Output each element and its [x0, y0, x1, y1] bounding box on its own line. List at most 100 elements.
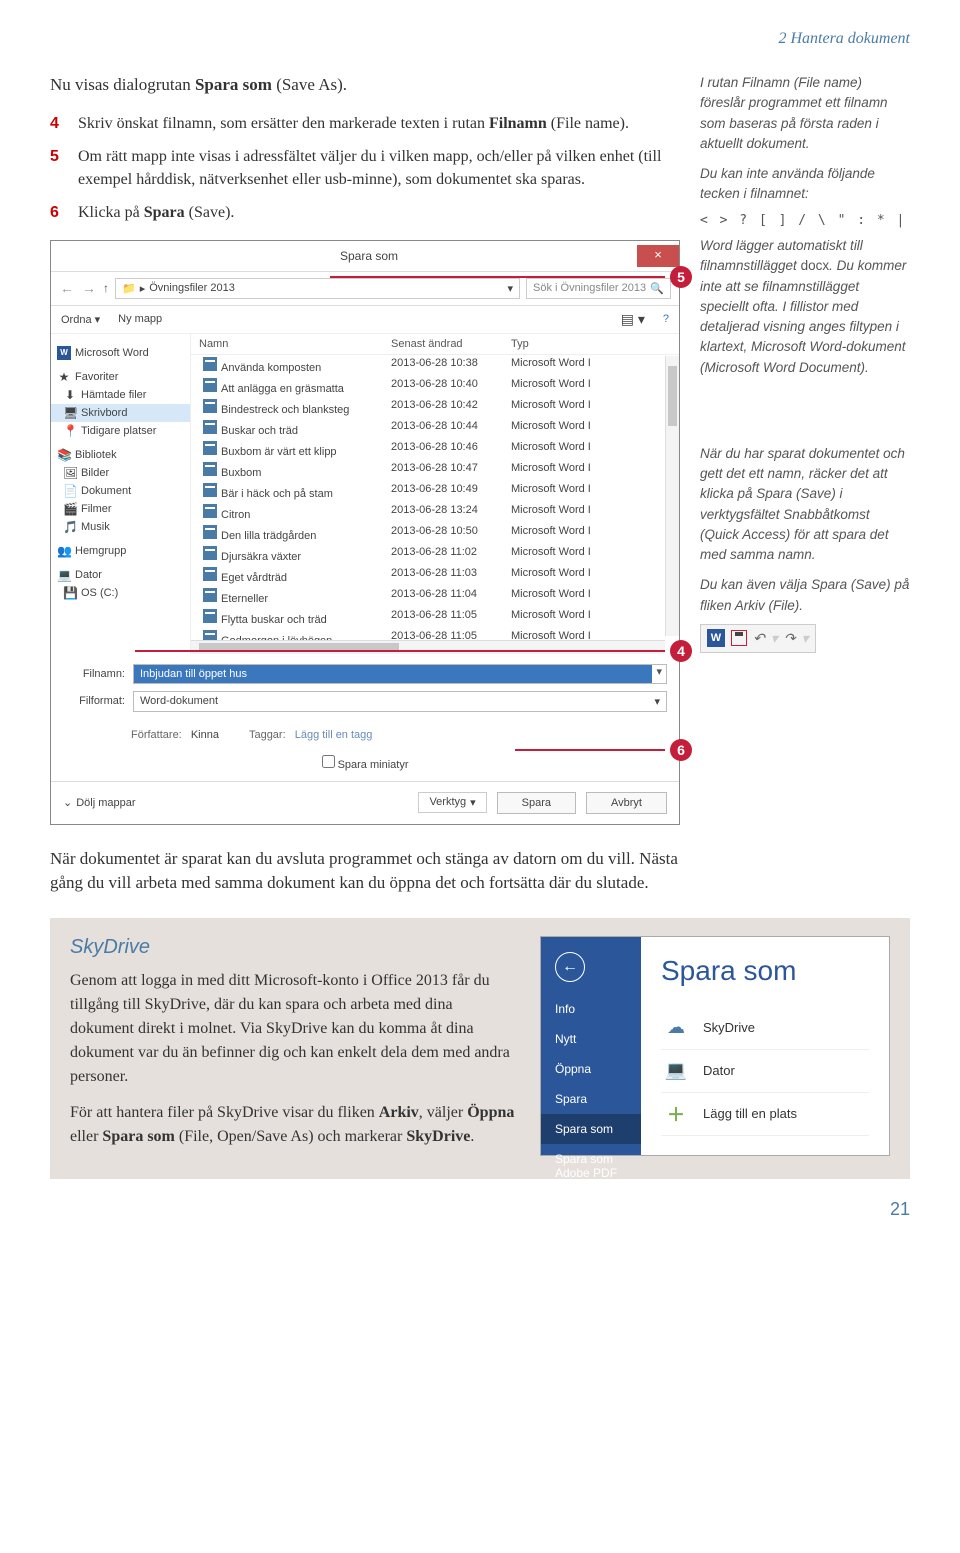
- backstage-menu-item[interactable]: Info: [541, 994, 641, 1024]
- help-button[interactable]: ?: [663, 313, 669, 325]
- cloud-icon: ☁: [661, 1015, 691, 1041]
- back-button[interactable]: ←: [59, 280, 75, 296]
- sidebar-item[interactable]: 🎵Musik: [51, 518, 190, 536]
- sidebar-item[interactable]: 📚Bibliotek: [51, 446, 190, 464]
- save-location-option[interactable]: ☁SkyDrive: [661, 1007, 869, 1050]
- file-row[interactable]: Eget vårdträd2013-06-28 11:03Microsoft W…: [191, 565, 679, 586]
- format-label: Filformat:: [63, 695, 133, 707]
- file-row[interactable]: Buxbom är värt ett klipp2013-06-28 10:46…: [191, 439, 679, 460]
- document-icon: [203, 588, 217, 602]
- intro-text: Nu visas dialogrutan Spara som (Save As)…: [50, 73, 680, 97]
- save-button[interactable]: Spara: [497, 792, 576, 814]
- sidebar-item[interactable]: ⬇Hämtade filer: [51, 386, 190, 404]
- save-icon: [731, 630, 747, 646]
- sidebar-item[interactable]: 💻Dator: [51, 566, 190, 584]
- library-icon: 📚: [57, 448, 71, 462]
- videos-icon: 🎬: [63, 502, 77, 516]
- file-row[interactable]: Att anlägga en gräsmatta2013-06-28 10:40…: [191, 376, 679, 397]
- column-date[interactable]: Senast ändrad: [391, 338, 511, 350]
- pictures-icon: 🖼: [63, 466, 77, 480]
- file-row[interactable]: Bär i häck och på stam2013-06-28 10:49Mi…: [191, 481, 679, 502]
- document-icon: [203, 420, 217, 434]
- document-icon: [203, 399, 217, 413]
- computer-icon: 💻: [661, 1058, 691, 1084]
- sidebar-item[interactable]: 📄Dokument: [51, 482, 190, 500]
- cancel-button[interactable]: Avbryt: [586, 792, 667, 814]
- file-row[interactable]: Den lilla trädgården2013-06-28 10:50Micr…: [191, 523, 679, 544]
- backstage-menu-item[interactable]: Öppna: [541, 1054, 641, 1084]
- add-icon: ＋: [661, 1101, 691, 1127]
- up-button[interactable]: ↑: [103, 281, 109, 295]
- address-bar[interactable]: 📁 ▸ Övningsfiler 2013 ▾: [115, 278, 520, 299]
- step-text: Klicka på Spara (Save).: [78, 201, 680, 224]
- sidebar-note-1: I rutan Filnamn (File name) föreslår pro…: [700, 73, 910, 378]
- forward-button[interactable]: →: [81, 280, 97, 296]
- save-location-option[interactable]: 💻Dator: [661, 1050, 869, 1093]
- document-icon: [203, 483, 217, 497]
- filename-label: Filnamn:: [63, 668, 133, 680]
- column-type[interactable]: Typ: [511, 338, 679, 350]
- file-row[interactable]: Bindestreck och blanksteg2013-06-28 10:4…: [191, 397, 679, 418]
- search-icon: 🔍: [650, 282, 664, 295]
- vertical-scrollbar[interactable]: [665, 356, 679, 636]
- file-row[interactable]: Citron2013-06-28 13:24Microsoft Word I: [191, 502, 679, 523]
- star-icon: ★: [57, 370, 71, 384]
- save-location-option[interactable]: ＋Lägg till en plats: [661, 1093, 869, 1136]
- document-icon: [203, 441, 217, 455]
- format-dropdown[interactable]: Word-dokument▾: [133, 691, 667, 712]
- search-input[interactable]: Sök i Övningsfiler 2013 🔍: [526, 278, 671, 299]
- sidebar-item[interactable]: 👥Hemgrupp: [51, 542, 190, 560]
- thumbnail-checkbox[interactable]: [322, 755, 335, 768]
- sidebar-item[interactable]: 🖼Bilder: [51, 464, 190, 482]
- step-text: Skriv önskat filnamn, som ersätter den m…: [78, 112, 680, 135]
- file-row[interactable]: Flytta buskar och träd2013-06-28 11:05Mi…: [191, 607, 679, 628]
- close-button[interactable]: ×: [637, 245, 679, 267]
- author-value[interactable]: Kinna: [191, 729, 219, 741]
- file-row[interactable]: Buskar och träd2013-06-28 10:44Microsoft…: [191, 418, 679, 439]
- callout-5: 5: [670, 266, 692, 288]
- file-row[interactable]: Buxbom2013-06-28 10:47Microsoft Word I: [191, 460, 679, 481]
- tags-value[interactable]: Lägg till en tagg: [295, 729, 373, 741]
- document-icon: [203, 462, 217, 476]
- organize-menu[interactable]: Ordna ▾: [61, 313, 100, 326]
- chapter-header: 2 Hantera dokument: [50, 30, 910, 48]
- document-icon: [203, 546, 217, 560]
- tools-menu[interactable]: Verktyg▾: [418, 792, 486, 813]
- sidebar-item[interactable]: 🎬Filmer: [51, 500, 190, 518]
- callout-6: 6: [670, 739, 692, 761]
- file-row[interactable]: Eterneller2013-06-28 11:04Microsoft Word…: [191, 586, 679, 607]
- sidebar-item[interactable]: 💾OS (C:): [51, 584, 190, 602]
- undo-icon: ↶: [753, 628, 765, 649]
- box-paragraph: Genom att logga in med ditt Microsoft-ko…: [70, 969, 520, 1089]
- sidebar-item[interactable]: 📍Tidigare platser: [51, 422, 190, 440]
- back-button[interactable]: ←: [555, 952, 585, 982]
- documents-icon: 📄: [63, 484, 77, 498]
- skydrive-box: SkyDrive Genom att logga in med ditt Mic…: [50, 918, 910, 1179]
- view-button[interactable]: ▤ ▾: [621, 311, 645, 328]
- thumbnail-label: Spara miniatyr: [338, 759, 409, 771]
- file-row[interactable]: Använda komposten2013-06-28 10:38Microso…: [191, 355, 679, 376]
- recent-icon: 📍: [63, 424, 77, 438]
- backstage-title: Spara som: [661, 955, 869, 987]
- drive-icon: 💾: [63, 586, 77, 600]
- file-row[interactable]: Djursäkra växter2013-06-28 11:02Microsof…: [191, 544, 679, 565]
- document-icon: [203, 504, 217, 518]
- sidebar-item[interactable]: WMicrosoft Word: [51, 344, 190, 362]
- dialog-title: Spara som: [101, 249, 637, 263]
- sidebar-item[interactable]: ★Favoriter: [51, 368, 190, 386]
- sidebar-item[interactable]: 🖥Skrivbord: [51, 404, 190, 422]
- filename-input[interactable]: Inbjudan till öppet hus▾: [133, 664, 667, 684]
- quick-access-toolbar: W ↶ ▾ ↷ ▾: [700, 624, 816, 653]
- backstage-menu-item[interactable]: Spara som: [541, 1114, 641, 1144]
- backstage-menu-item[interactable]: Spara: [541, 1084, 641, 1114]
- column-name[interactable]: Namn: [191, 338, 391, 350]
- hide-folders-button[interactable]: ⌄Dölj mappar: [63, 796, 136, 809]
- new-folder-button[interactable]: Ny mapp: [118, 313, 162, 325]
- word-icon: W: [57, 346, 71, 360]
- backstage-menu-item[interactable]: Nytt: [541, 1024, 641, 1054]
- step-text: Om rätt mapp inte visas i adressfältet v…: [78, 145, 680, 191]
- backstage-menu-item[interactable]: Spara som Adobe PDF: [541, 1144, 641, 1188]
- page-number: 21: [50, 1199, 910, 1220]
- document-icon: [203, 357, 217, 371]
- callout-4: 4: [670, 640, 692, 662]
